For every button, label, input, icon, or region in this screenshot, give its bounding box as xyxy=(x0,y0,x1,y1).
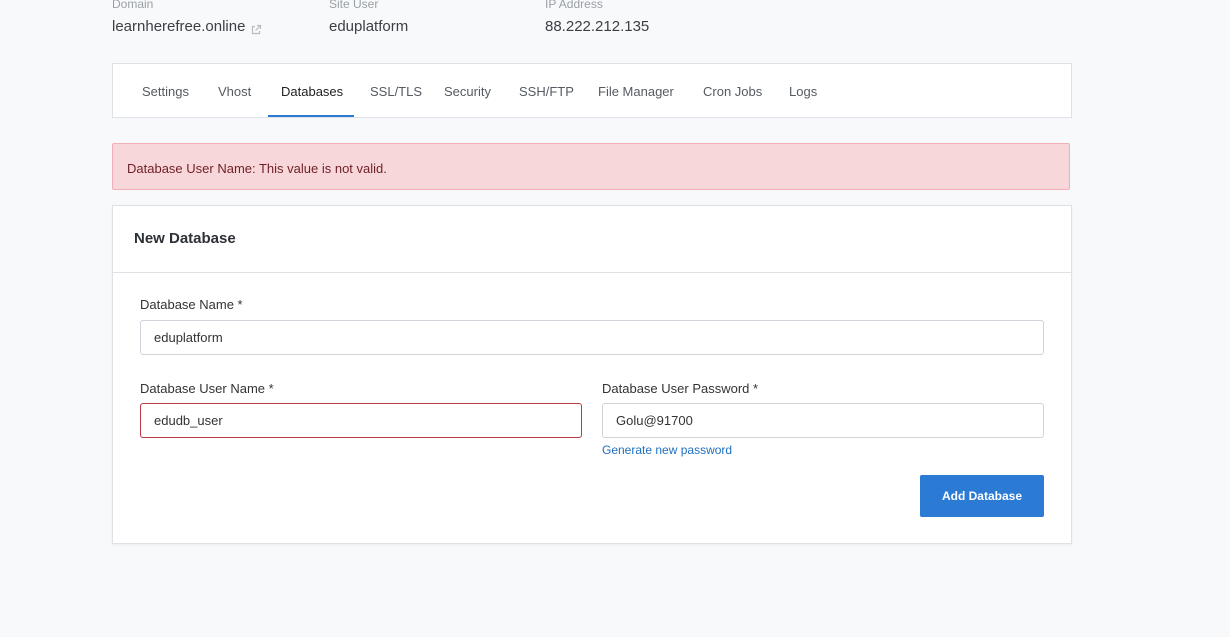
database-password-input[interactable] xyxy=(602,403,1044,438)
domain-label: Domain xyxy=(112,0,154,11)
database-name-label: Database Name * xyxy=(140,297,243,312)
tab-security[interactable]: Security xyxy=(444,64,491,117)
ip-address-value: 88.222.212.135 xyxy=(545,18,650,35)
site-user-value: eduplatform xyxy=(329,18,409,35)
tab-cron-jobs[interactable]: Cron Jobs xyxy=(703,64,762,117)
ip-address-label: IP Address xyxy=(545,0,603,11)
site-user-label: Site User xyxy=(329,0,379,11)
ip-address-info: IP Address 88.222.212.135 xyxy=(545,0,649,36)
add-database-button[interactable]: Add Database xyxy=(920,475,1044,517)
database-password-label: Database User Password * xyxy=(602,381,759,396)
external-link-icon[interactable] xyxy=(250,23,262,35)
database-name-input[interactable] xyxy=(140,320,1044,355)
tab-logs[interactable]: Logs xyxy=(789,64,817,117)
domain-info: Domain learnherefree.online xyxy=(112,0,262,36)
database-user-name-input[interactable] xyxy=(140,403,582,438)
tab-vhost[interactable]: Vhost xyxy=(218,64,251,117)
tab-databases[interactable]: Databases xyxy=(281,64,343,117)
active-tab-indicator xyxy=(268,115,354,117)
tab-settings[interactable]: Settings xyxy=(142,64,189,117)
error-alert-message: Database User Name: This value is not va… xyxy=(127,161,387,176)
error-alert: Database User Name: This value is not va… xyxy=(112,143,1070,190)
card-header: New Database xyxy=(113,206,1071,273)
tab-file-manager[interactable]: File Manager xyxy=(598,64,674,117)
tab-ssl-tls[interactable]: SSL/TLS xyxy=(370,64,422,117)
site-user-info: Site User eduplatform xyxy=(329,0,408,36)
card-title: New Database xyxy=(134,230,236,247)
domain-value[interactable]: learnherefree.online xyxy=(112,18,245,36)
new-database-card: New Database Database Name * Database Us… xyxy=(112,205,1072,544)
domain-value-row: learnherefree.online xyxy=(112,18,262,36)
tab-ssh-ftp[interactable]: SSH/FTP xyxy=(519,64,574,117)
generate-password-link[interactable]: Generate new password xyxy=(602,443,732,457)
database-user-name-label: Database User Name * xyxy=(140,381,274,396)
site-tabs-bar: Settings Vhost Databases SSL/TLS Securit… xyxy=(112,63,1072,118)
